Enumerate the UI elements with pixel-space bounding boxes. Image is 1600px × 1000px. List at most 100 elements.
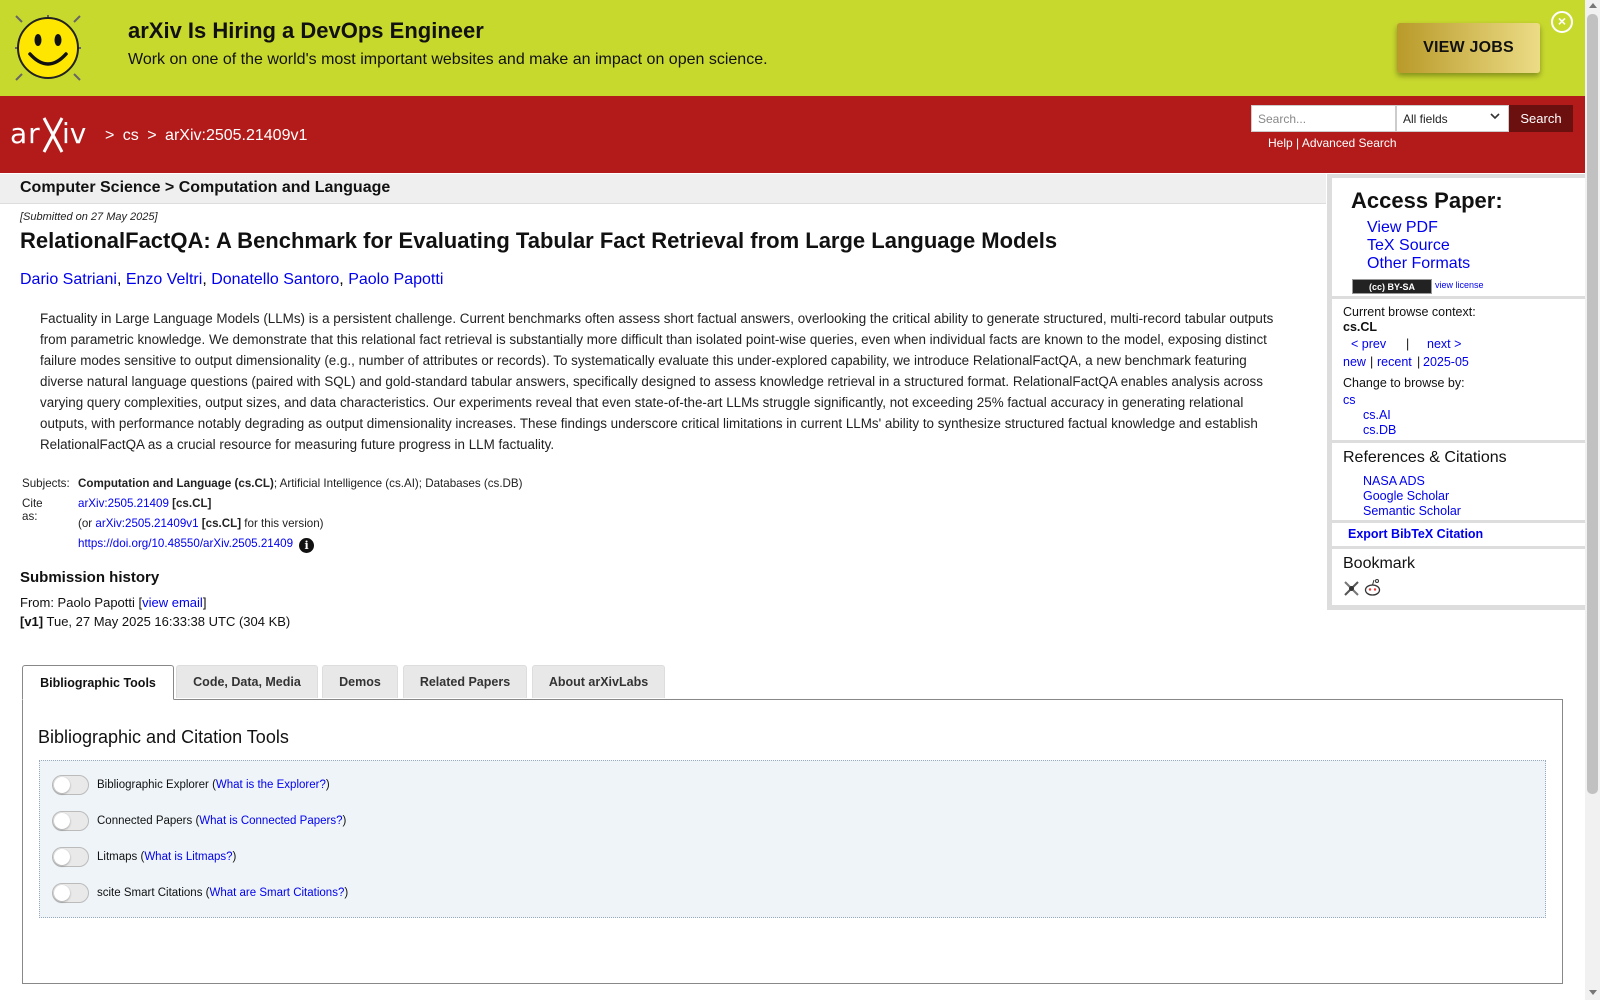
view-jobs-button[interactable]: VIEW JOBS <box>1397 23 1540 73</box>
search-help-links: Help | Advanced Search <box>1268 136 1397 150</box>
doi-link[interactable]: https://doi.org/10.48550/arXiv.2505.2140… <box>78 537 293 550</box>
connected-papers-toggle[interactable] <box>52 811 89 831</box>
submission-from: From: Paolo Papotti [view email] <box>20 595 206 610</box>
scroll-up-arrow-icon[interactable] <box>1589 3 1597 8</box>
tab-related-papers[interactable]: Related Papers <box>403 665 527 698</box>
view-pdf-link[interactable]: View PDF <box>1367 219 1438 237</box>
references-title: References & Citations <box>1343 449 1507 466</box>
browse-cs-ai-link[interactable]: cs.AI <box>1363 408 1391 422</box>
panel-title: Bibliographic and Citation Tools <box>38 727 289 747</box>
bibliographic-explorer-toggle[interactable] <box>52 775 89 795</box>
tools-list: Bibliographic Explorer (What is the Expl… <box>39 760 1546 918</box>
banner-title: arXiv Is Hiring a DevOps Engineer <box>128 18 484 43</box>
author-list: Dario Satriani, Enzo Veltri, Donatello S… <box>20 271 444 288</box>
version-label: [v1] <box>20 614 44 629</box>
tool-row: Connected Papers (What is Connected Pape… <box>52 810 346 832</box>
google-scholar-link[interactable]: Google Scholar <box>1363 489 1449 503</box>
from-prefix: From: Paolo Papotti [ <box>20 595 143 610</box>
scroll-down-arrow-icon[interactable] <box>1589 990 1597 995</box>
view-license-link[interactable]: view license <box>1435 280 1484 290</box>
author-link[interactable]: Paolo Papotti <box>348 271 443 288</box>
search-input[interactable]: Search... <box>1251 105 1396 132</box>
submission-history-title: Submission history <box>20 569 160 586</box>
bookmark-box: Bookmark <box>1332 549 1585 605</box>
litmaps-toggle[interactable] <box>52 847 89 867</box>
search-field-select[interactable]: All fields <box>1396 105 1509 132</box>
access-paper-box: Access Paper: View PDF TeX Source Other … <box>1332 178 1585 296</box>
smiley-icon <box>15 15 81 81</box>
breadcrumb-cs[interactable]: cs <box>123 127 139 144</box>
sep: | <box>1417 355 1421 369</box>
tex-source-link[interactable]: TeX Source <box>1367 237 1450 255</box>
tool-label: scite Smart Citations <box>97 887 203 899</box>
scite-toggle[interactable] <box>52 883 89 903</box>
export-box: Export BibTeX Citation <box>1332 523 1585 546</box>
recent-link[interactable]: recent <box>1377 355 1412 369</box>
references-box: References & Citations NASA ADS Google S… <box>1332 443 1585 520</box>
page-scrollbar[interactable] <box>1585 0 1600 1000</box>
tab-bibliographic-tools[interactable]: Bibliographic Tools <box>22 665 174 700</box>
month-link[interactable]: 2025-05 <box>1423 355 1469 369</box>
author-link[interactable]: Dario Satriani <box>20 271 117 288</box>
change-browse-label: Change to browse by: <box>1343 376 1465 390</box>
search-button[interactable]: Search <box>1509 105 1573 132</box>
other-formats-link[interactable]: Other Formats <box>1367 255 1470 273</box>
tool-info-link[interactable]: What are Smart Citations? <box>209 887 344 899</box>
tool-row: Litmaps (What is Litmaps?) <box>52 846 236 868</box>
cite-or-prefix: (or <box>78 517 96 530</box>
submitted-date: [Submitted on 27 May 2025] <box>20 211 158 223</box>
cite-id-link[interactable]: arXiv:2505.21409 <box>78 497 169 510</box>
scroll-thumb[interactable] <box>1587 14 1598 794</box>
bibsonomy-icon[interactable] <box>1343 580 1360 597</box>
version-text: Tue, 27 May 2025 16:33:38 UTC (304 KB) <box>43 614 291 629</box>
tool-info-link[interactable]: What is Connected Papers? <box>199 815 342 827</box>
reddit-icon[interactable] <box>1363 578 1382 597</box>
prev-link[interactable]: < prev <box>1351 337 1386 351</box>
author-link[interactable]: Donatello Santoro <box>211 271 339 288</box>
browse-context-label: Current browse context: <box>1343 305 1476 319</box>
advanced-search-link[interactable]: Advanced Search <box>1302 136 1397 150</box>
arxiv-logo[interactable]: ar iv <box>10 114 102 154</box>
cite-version-link[interactable]: arXiv:2505.21409v1 <box>95 517 198 530</box>
browse-cs-db-link[interactable]: cs.DB <box>1363 423 1396 437</box>
cite-version-suffix: for this version) <box>241 517 324 530</box>
semantic-scholar-link[interactable]: Semantic Scholar <box>1363 504 1461 518</box>
breadcrumb-paper-id: arXiv:2505.21409v1 <box>165 127 308 144</box>
browse-cs-link[interactable]: cs <box>1343 393 1356 407</box>
new-link[interactable]: new <box>1343 355 1366 369</box>
tool-info-link[interactable]: What is Litmaps? <box>144 851 232 863</box>
browse-context-value: cs.CL <box>1343 320 1378 334</box>
next-link[interactable]: next > <box>1427 337 1461 351</box>
tab-demos[interactable]: Demos <box>322 665 398 698</box>
tool-label: Bibliographic Explorer <box>97 779 209 791</box>
tab-about-arxivlabs[interactable]: About arXivLabs <box>532 665 665 698</box>
tab-code-data-media[interactable]: Code, Data, Media <box>176 665 318 698</box>
tool-row: Bibliographic Explorer (What is the Expl… <box>52 774 330 796</box>
tool-label: Connected Papers <box>97 815 193 827</box>
tool-label: Litmaps <box>97 851 138 863</box>
author-link[interactable]: Enzo Veltri <box>126 271 202 288</box>
help-link[interactable]: Help <box>1268 136 1293 150</box>
tool-info-link[interactable]: What is the Explorer? <box>216 779 326 791</box>
abstract: Factuality in Large Language Models (LLM… <box>40 311 1274 452</box>
info-icon[interactable]: i <box>299 538 315 553</box>
site-header: ar iv > cs > arXiv:2505.21409v1 Search..… <box>0 96 1585 173</box>
chevron-down-icon <box>1490 113 1500 120</box>
browse-context-box: Current browse context: cs.CL < prev | n… <box>1332 299 1585 440</box>
nasa-ads-link[interactable]: NASA ADS <box>1363 474 1425 488</box>
close-icon[interactable]: × <box>1551 11 1573 33</box>
view-email-link[interactable]: view email <box>142 595 203 610</box>
hiring-banner: arXiv Is Hiring a DevOps Engineer Work o… <box>0 0 1585 96</box>
export-bibtex-link[interactable]: Export BibTeX Citation <box>1348 527 1483 541</box>
other-subjects: ; Artificial Intelligence (cs.AI); Datab… <box>273 477 523 490</box>
search-links-sep: | <box>1296 136 1300 150</box>
cc-license-badge[interactable]: (cc) BY-SA <box>1352 279 1432 294</box>
banner-subtitle: Work on one of the world's most importan… <box>128 51 768 68</box>
breadcrumb: > cs > arXiv:2505.21409v1 <box>105 127 311 145</box>
cite-category: [cs.CL] <box>201 517 242 530</box>
sidebar: Access Paper: View PDF TeX Source Other … <box>1327 174 1585 610</box>
breadcrumb-sep: > <box>105 127 115 144</box>
bookmark-title: Bookmark <box>1343 555 1416 572</box>
access-paper-title: Access Paper: <box>1351 188 1503 213</box>
version-entry: [v1] Tue, 27 May 2025 16:33:38 UTC (304 … <box>20 614 290 629</box>
